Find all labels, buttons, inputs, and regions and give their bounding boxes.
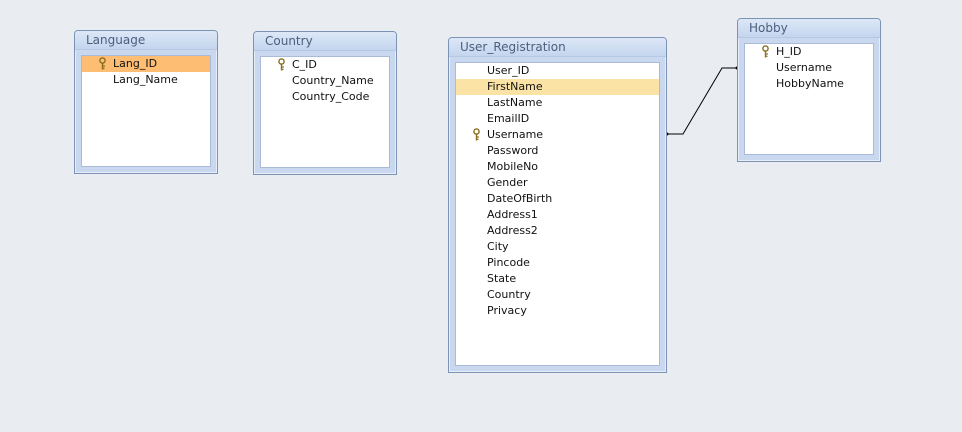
field-name: Gender (487, 176, 528, 189)
field-name: Username (776, 61, 833, 74)
field-name: HobbyName (776, 77, 844, 90)
field-row[interactable]: Pincode (456, 255, 659, 271)
table-title[interactable]: Language (75, 31, 217, 50)
field-row[interactable]: Country_Code (261, 89, 389, 105)
field-row[interactable]: User_ID (456, 63, 659, 79)
field-list: C_ID Country_Name Country_Code (260, 56, 390, 168)
field-name: Pincode (487, 256, 530, 269)
field-row[interactable]: LastName (456, 95, 659, 111)
primary-key-icon (277, 58, 286, 71)
field-list: Lang_ID Lang_Name (81, 55, 211, 167)
field-name: LastName (487, 96, 543, 109)
field-name: Lang_ID (113, 57, 158, 70)
field-name: C_ID (292, 58, 317, 71)
field-name: FirstName (487, 80, 543, 93)
field-list: H_ID Username HobbyName (744, 43, 874, 155)
field-row[interactable]: Username (456, 127, 659, 143)
table-country[interactable]: Country C_ID Country_Name Country_Code (253, 31, 397, 175)
field-row[interactable]: DateOfBirth (456, 191, 659, 207)
table-language[interactable]: Language Lang_ID Lang_Name (74, 30, 218, 174)
primary-key-icon (98, 57, 107, 70)
field-name: Address2 (487, 224, 538, 237)
field-name: Password (487, 144, 539, 157)
field-row[interactable]: Privacy (456, 303, 659, 319)
field-name: Address1 (487, 208, 538, 221)
primary-key-icon (472, 128, 481, 141)
field-list: User_ID FirstName LastName EmailID Username P… (455, 62, 660, 366)
field-row[interactable]: City (456, 239, 659, 255)
field-row[interactable]: Password (456, 143, 659, 159)
field-row[interactable]: Username (745, 60, 873, 76)
relationship-line-username[interactable] (667, 67, 737, 135)
field-row[interactable]: State (456, 271, 659, 287)
field-name: Country_Code (292, 90, 370, 103)
field-name: H_ID (776, 45, 802, 58)
field-row[interactable]: C_ID (261, 57, 389, 73)
field-row[interactable]: Country (456, 287, 659, 303)
field-row[interactable]: MobileNo (456, 159, 659, 175)
primary-key-icon (761, 45, 770, 58)
field-name: EmailID (487, 112, 530, 125)
field-name: Username (487, 128, 544, 141)
field-name: City (487, 240, 509, 253)
table-title[interactable]: Hobby (738, 19, 880, 38)
field-name: Lang_Name (113, 73, 178, 86)
field-name: Country (487, 288, 531, 301)
field-row[interactable]: Country_Name (261, 73, 389, 89)
field-name: User_ID (487, 64, 530, 77)
field-row[interactable]: FirstName (456, 79, 659, 95)
field-row[interactable]: HobbyName (745, 76, 873, 92)
field-name: Country_Name (292, 74, 374, 87)
table-user-registration[interactable]: User_Registration User_ID FirstName LastNa… (448, 37, 667, 373)
table-title[interactable]: User_Registration (449, 38, 666, 57)
field-row[interactable]: EmailID (456, 111, 659, 127)
table-title[interactable]: Country (254, 32, 396, 51)
field-row[interactable]: Lang_Name (82, 72, 210, 88)
field-name: MobileNo (487, 160, 539, 173)
field-name: DateOfBirth (487, 192, 553, 205)
field-name: Privacy (487, 304, 527, 317)
field-row[interactable]: Gender (456, 175, 659, 191)
table-hobby[interactable]: Hobby H_ID Username HobbyName (737, 18, 881, 162)
field-row[interactable]: Address1 (456, 207, 659, 223)
field-name: State (487, 272, 517, 285)
field-row[interactable]: Lang_ID (82, 56, 210, 72)
field-row[interactable]: H_ID (745, 44, 873, 60)
field-row[interactable]: Address2 (456, 223, 659, 239)
